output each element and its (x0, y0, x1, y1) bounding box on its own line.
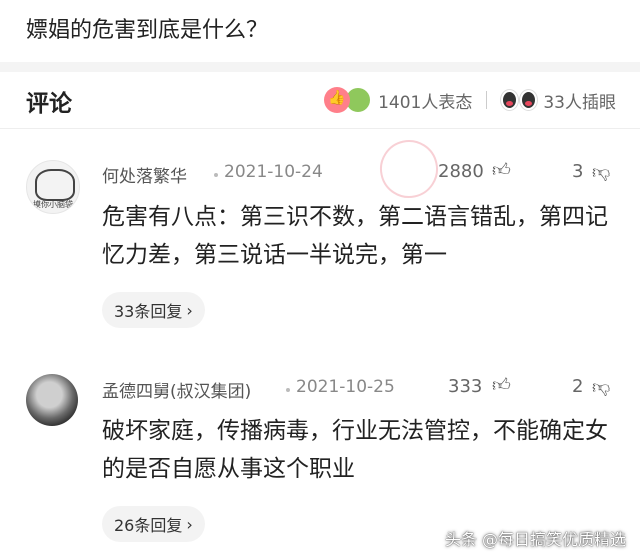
cat-doodle-icon (35, 169, 75, 201)
like-emoji-icon (324, 87, 351, 113)
divider (486, 91, 488, 109)
thumbs-up-icon[interactable]: 👍︎ (492, 375, 514, 397)
eyes-count: 33人插眼 (543, 92, 616, 113)
comment-date: 2021-10-25 (296, 377, 395, 397)
section-gap (0, 62, 640, 72)
stamp-icon (374, 134, 444, 204)
avatar[interactable]: 摸你小脑袋 (26, 160, 80, 214)
comment-text: 危害有八点：第三识不数，第二语言错乱，第四记忆力差，第三说话一半说完，第一 (102, 204, 608, 268)
thumbs-down-icon[interactable]: 👎︎ (592, 162, 614, 184)
header-divider (0, 128, 640, 129)
replies-button[interactable]: 26条回复 › (102, 506, 205, 542)
avatar[interactable] (26, 374, 78, 426)
separator-dot (214, 173, 218, 177)
comment-author[interactable]: 何处落繁华 (102, 162, 187, 187)
comment-date: 2021-10-24 (224, 162, 323, 182)
like-count: 333 (448, 376, 483, 397)
replies-label: 26条回复 (114, 516, 183, 535)
watermark: 头条 @每日搞笑优质精选 (444, 530, 626, 549)
dislike-count: 2 (572, 376, 584, 397)
replies-label: 33条回复 (114, 302, 183, 321)
replies-button[interactable]: 33条回复 › (102, 292, 205, 328)
reactions-count: 1401人表态 (378, 92, 473, 113)
dislike-count: 3 (572, 161, 584, 182)
comment-author[interactable]: 孟德四舅(叔汉集团) (102, 377, 251, 402)
like-count: 2880 (438, 161, 484, 182)
thumbs-down-icon[interactable]: 👎︎ (592, 377, 614, 399)
comment-text: 破坏家庭，传播病毒，行业无法管控，不能确定女的是否自愿从事这个职业 (102, 418, 608, 482)
thumbs-up-icon[interactable]: 👍︎ (492, 160, 514, 182)
reactions-bar[interactable]: 1401人表态 33人插眼 (324, 86, 616, 114)
eyes-emoji-icon (501, 90, 538, 110)
chevron-right-icon: › (186, 300, 193, 320)
avatar-caption: 摸你小脑袋 (33, 200, 73, 209)
chevron-right-icon: › (186, 514, 193, 534)
question-title: 嫖娼的危害到底是什么？ (26, 18, 269, 43)
separator-dot (286, 388, 290, 392)
comments-header-title: 评论 (26, 91, 72, 117)
